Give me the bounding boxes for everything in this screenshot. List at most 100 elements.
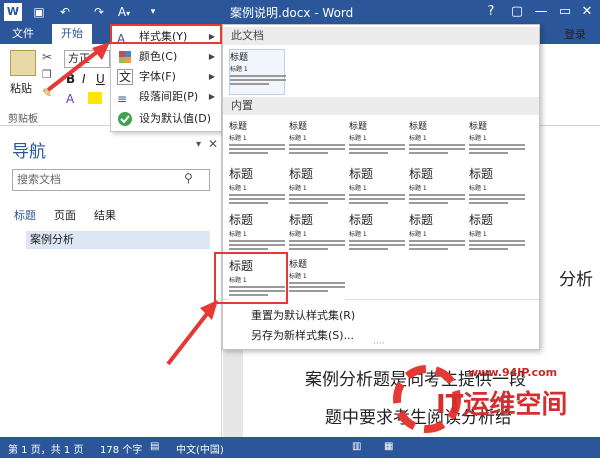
gallery-section-this-document: 此文档 bbox=[223, 27, 539, 45]
thumb-text-line bbox=[349, 240, 405, 242]
nav-heading-item[interactable]: 案例分析 bbox=[26, 231, 210, 249]
thumb-text-line bbox=[349, 194, 405, 196]
save-icon[interactable]: ▣ bbox=[30, 3, 48, 21]
close-button[interactable]: ✕ bbox=[576, 2, 598, 22]
login-link[interactable]: 登录 bbox=[564, 26, 586, 42]
thumb-heading: 标题 bbox=[289, 167, 314, 181]
restore-button[interactable]: ▭ bbox=[554, 2, 576, 22]
thumb-text-line bbox=[349, 248, 389, 250]
search-input[interactable]: 搜索文档 bbox=[12, 169, 210, 191]
thumb-text-line bbox=[469, 148, 525, 150]
thumb-subheading: 标题 1 bbox=[230, 66, 248, 73]
undo-icon[interactable]: ↶ bbox=[56, 3, 74, 21]
resize-grip-icon[interactable]: ···· bbox=[373, 339, 384, 349]
thumb-heading: 标题 bbox=[229, 167, 254, 181]
proofing-icon[interactable]: ▤ bbox=[150, 441, 159, 452]
thumb-text-line bbox=[469, 202, 509, 204]
navigation-pane: 导航 ▾ ✕ 搜索文档 ⚲ 标题 页面 结果 案例分析 bbox=[0, 127, 222, 437]
style-thumb[interactable]: 标题 标题 1 bbox=[229, 211, 285, 257]
style-thumb-current[interactable]: 标题标题 1 bbox=[229, 49, 286, 96]
ribbon-display-icon[interactable]: ▢ bbox=[506, 2, 528, 22]
customize-toolbar-icon[interactable]: ▾ bbox=[144, 3, 162, 21]
reset-style-set-link[interactable]: 重置为默认样式集(R) bbox=[251, 307, 355, 323]
thumb-text-line bbox=[230, 75, 286, 77]
thumb-text-line bbox=[409, 248, 449, 250]
thumb-text-line bbox=[229, 202, 269, 204]
style-thumb[interactable]: 标题 标题 1 bbox=[229, 119, 285, 165]
search-icon[interactable]: ⚲ bbox=[184, 171, 193, 185]
thumb-text-line bbox=[229, 144, 285, 146]
tab-headings[interactable]: 标题 bbox=[14, 207, 36, 223]
thumb-subheading: 标题 1 bbox=[469, 185, 487, 192]
help-button[interactable]: ? bbox=[480, 2, 502, 22]
thumb-text-line bbox=[469, 152, 509, 154]
status-words[interactable]: 178 个字 bbox=[100, 441, 142, 456]
submenu-arrow-icon: ▶ bbox=[208, 52, 215, 61]
menu-item-fonts[interactable]: 文 字体(F) ▶ bbox=[111, 67, 221, 87]
style-thumb[interactable]: 标题 标题 1 bbox=[289, 257, 345, 303]
style-thumb[interactable]: 标题 标题 1 bbox=[349, 165, 405, 211]
thumb-inner[interactable]: 标题标题 1 bbox=[230, 50, 286, 96]
menu-item-colors[interactable]: 颜色(C) ▶ bbox=[111, 47, 221, 67]
tab-results[interactable]: 结果 bbox=[94, 207, 116, 223]
style-thumb[interactable]: 标题 标题 1 bbox=[349, 211, 405, 257]
tab-pages[interactable]: 页面 bbox=[54, 207, 76, 223]
thumb-text-line bbox=[469, 144, 525, 146]
style-thumb[interactable]: 标题 标题 1 bbox=[289, 119, 345, 165]
thumb-subheading: 标题 1 bbox=[349, 185, 367, 192]
minimize-button[interactable]: — bbox=[530, 2, 552, 22]
menu-item-set-default[interactable]: 设为默认值(D) bbox=[111, 109, 221, 129]
thumb-text-line bbox=[229, 152, 269, 154]
status-page[interactable]: 第 1 页，共 1 页 bbox=[8, 441, 83, 456]
style-thumb[interactable]: 标题 标题 1 bbox=[229, 165, 285, 211]
thumb-heading: 标题 bbox=[469, 122, 488, 132]
thumb-text-line bbox=[289, 152, 329, 154]
thumb-heading: 标题 bbox=[409, 122, 428, 132]
thumb-subheading: 标题 1 bbox=[469, 231, 487, 238]
thumb-text-line bbox=[289, 286, 345, 288]
status-bar: 第 1 页，共 1 页 178 个字 ▤ 中文(中国) ▥ ▦ bbox=[0, 437, 600, 458]
style-thumb[interactable]: 标题 标题 1 bbox=[289, 211, 345, 257]
red-arrow-icon bbox=[166, 300, 218, 366]
clipboard-group-label: 剪贴板 bbox=[8, 114, 38, 125]
thumb-text-line bbox=[469, 198, 525, 200]
thumb-text-line bbox=[409, 240, 465, 242]
save-new-style-set-link[interactable]: 另存为新样式集(S)... bbox=[251, 327, 354, 343]
thumb-text-line bbox=[349, 152, 389, 154]
thumb-subheading: 标题 1 bbox=[409, 231, 427, 238]
thumb-heading: 标题 bbox=[230, 53, 249, 63]
submenu-arrow-icon: ▶ bbox=[208, 92, 215, 101]
thumb-heading: 标题 bbox=[349, 122, 368, 132]
thumb-text-line bbox=[229, 244, 285, 246]
thumb-text-line bbox=[289, 290, 329, 292]
watermark-brand: IT运维空间 bbox=[436, 390, 568, 420]
thumb-text-line bbox=[289, 194, 345, 196]
status-language[interactable]: 中文(中国) bbox=[176, 441, 224, 456]
nav-options-icon[interactable]: ▾ bbox=[196, 139, 201, 150]
redo-icon[interactable]: ↷ bbox=[90, 3, 108, 21]
style-thumb[interactable]: 标题 标题 1 bbox=[409, 119, 465, 165]
thumb-subheading: 标题 1 bbox=[229, 135, 247, 142]
style-thumb[interactable]: 标题 标题 1 bbox=[469, 211, 525, 257]
thumb-text-line bbox=[409, 148, 465, 150]
nav-close-icon[interactable]: ✕ bbox=[208, 137, 218, 151]
thumb-text-line bbox=[349, 148, 405, 150]
check-default-icon bbox=[117, 111, 133, 127]
style-thumb[interactable]: 标题 标题 1 bbox=[469, 119, 525, 165]
thumb-text-line bbox=[229, 240, 285, 242]
nav-title: 导航 bbox=[12, 142, 46, 162]
watermark: www.94IP.com IT运维空间 bbox=[392, 365, 592, 434]
paste-icon[interactable] bbox=[10, 50, 36, 76]
thumb-subheading: 标题 1 bbox=[349, 135, 367, 142]
style-thumb[interactable]: 标题 标题 1 bbox=[409, 211, 465, 257]
thumb-text-line bbox=[349, 198, 405, 200]
read-mode-icon[interactable]: ▥ bbox=[352, 441, 361, 452]
style-thumb[interactable]: 标题 标题 1 bbox=[409, 165, 465, 211]
menu-item-label: 设为默认值(D) bbox=[139, 112, 212, 125]
style-thumb[interactable]: 标题 标题 1 bbox=[289, 165, 345, 211]
menu-item-paragraph-spacing[interactable]: ≡ 段落间距(P) ▶ bbox=[111, 87, 221, 107]
style-thumb[interactable]: 标题 标题 1 bbox=[469, 165, 525, 211]
style-thumb[interactable]: 标题标题 1 bbox=[349, 119, 405, 165]
design-style-icon[interactable]: A▾ bbox=[112, 3, 136, 21]
print-layout-icon[interactable]: ▦ bbox=[384, 441, 393, 452]
